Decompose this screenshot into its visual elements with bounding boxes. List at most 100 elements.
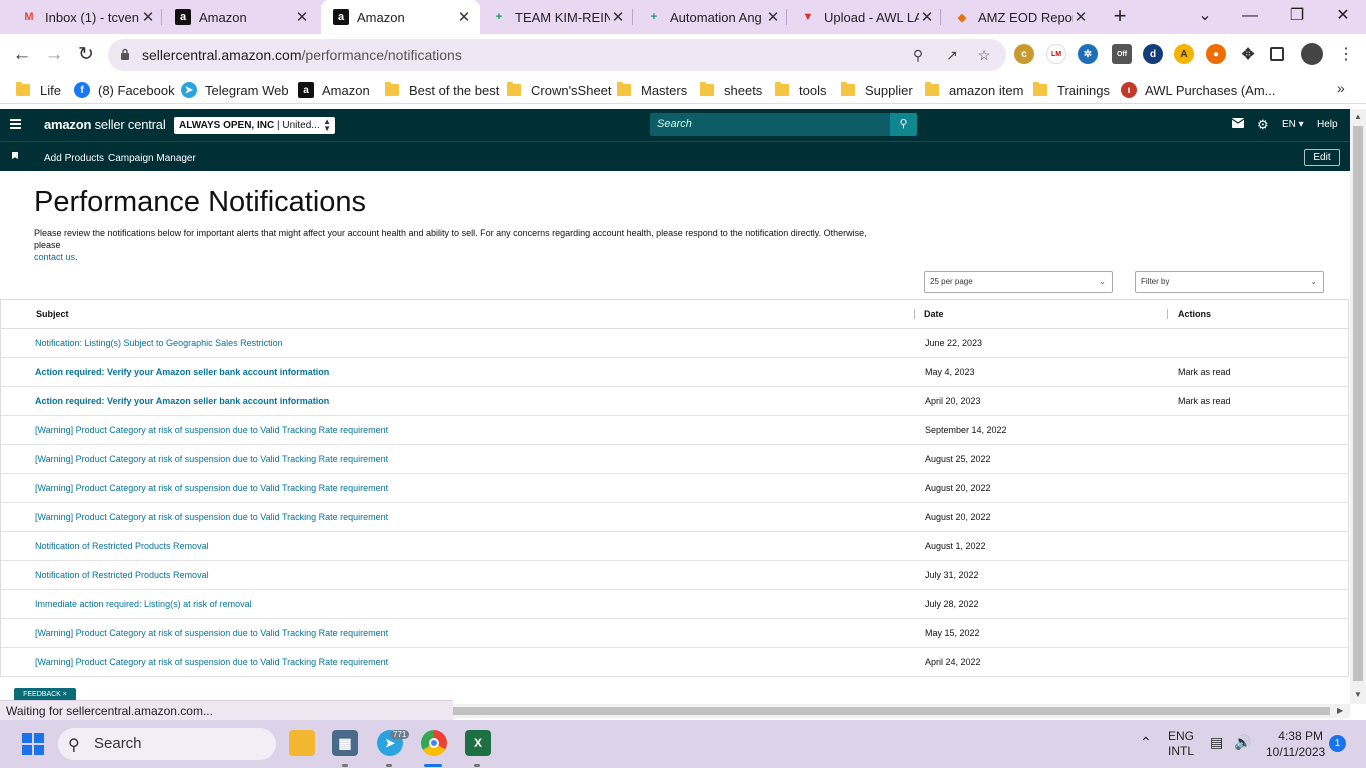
- browser-tab[interactable]: ▼ Upload - AWL LA ✕: [788, 0, 943, 34]
- back-icon[interactable]: ←: [10, 43, 34, 67]
- language-indicator[interactable]: ENG INTL: [1168, 729, 1194, 759]
- per-page-select[interactable]: 25 per page ⌄: [924, 271, 1113, 293]
- address-bar[interactable]: sellercentral.amazon.com/performance/not…: [108, 39, 1006, 71]
- mail-icon[interactable]: [1231, 118, 1245, 131]
- bookmark-item[interactable]: ➤ Telegram Web: [181, 81, 289, 99]
- hamburger-menu-icon[interactable]: [10, 119, 21, 129]
- restore-icon[interactable]: ❐: [1285, 4, 1309, 28]
- tray-chevron-up-icon[interactable]: ⌃: [1140, 734, 1152, 751]
- bookmark-item[interactable]: Trainings: [1033, 81, 1110, 99]
- extension-6-icon[interactable]: ●: [1206, 44, 1226, 64]
- tab-search-chevron-icon[interactable]: ⌄: [1193, 4, 1217, 28]
- scroll-down-icon[interactable]: ▼: [1354, 690, 1362, 699]
- browser-tab[interactable]: + Automation Ang ✕: [634, 0, 789, 34]
- calculator-icon[interactable]: ▦: [332, 730, 358, 756]
- side-panel-icon[interactable]: [1270, 47, 1284, 61]
- nav-add-products[interactable]: Add Products: [44, 153, 104, 164]
- bookmark-item[interactable]: ı AWL Purchases (Am...: [1121, 81, 1276, 99]
- bookmark-item[interactable]: Crown'sSheet: [507, 81, 612, 99]
- extension-3-icon[interactable]: ✲: [1078, 44, 1098, 64]
- notification-badge[interactable]: 1: [1329, 735, 1346, 752]
- taskbar-search-box[interactable]: ⚲ Search: [58, 728, 276, 760]
- settings-gear-icon[interactable]: ⚙: [1257, 117, 1269, 133]
- mark-as-read-link[interactable]: Mark as read: [1178, 396, 1231, 406]
- browser-menu-icon[interactable]: ⋮: [1334, 43, 1358, 67]
- bookmark-item[interactable]: a Amazon: [298, 81, 370, 99]
- language-selector[interactable]: EN ▾: [1282, 119, 1304, 130]
- notification-subject-link[interactable]: Action required: Verify your Amazon sell…: [35, 367, 329, 377]
- notification-subject-link[interactable]: Notification of Restricted Products Remo…: [35, 570, 209, 580]
- notification-subject-link[interactable]: [Warning] Product Category at risk of su…: [35, 512, 388, 522]
- volume-icon[interactable]: 🔊: [1234, 734, 1251, 751]
- reload-icon[interactable]: ↻: [74, 43, 98, 67]
- bookmark-item[interactable]: Supplier: [841, 81, 913, 99]
- network-icon[interactable]: ▤: [1210, 734, 1223, 751]
- extension-off-icon[interactable]: Off: [1112, 44, 1132, 64]
- notification-subject-link[interactable]: [Warning] Product Category at risk of su…: [35, 425, 388, 435]
- extensions-puzzle-icon[interactable]: ✥: [1238, 44, 1258, 64]
- close-tab-icon[interactable]: ✕: [919, 8, 935, 26]
- taskbar-clock[interactable]: 4:38 PM 10/11/2023: [1266, 728, 1325, 760]
- extension-1-icon[interactable]: c: [1014, 44, 1034, 64]
- search-icon[interactable]: ⚲: [890, 113, 917, 136]
- filter-select[interactable]: Filter by ⌄: [1135, 271, 1324, 293]
- seller-central-search-input[interactable]: Search: [650, 113, 890, 136]
- mark-as-read-link[interactable]: Mark as read: [1178, 367, 1231, 377]
- scrollbar-thumb[interactable]: [1353, 126, 1363, 681]
- browser-tab[interactable]: M Inbox (1) - tcven ✕: [9, 0, 164, 34]
- minimize-icon[interactable]: —: [1238, 4, 1262, 28]
- notification-subject-link[interactable]: [Warning] Product Category at risk of su…: [35, 657, 388, 667]
- scrollbar-thumb[interactable]: [450, 707, 1330, 715]
- excel-icon[interactable]: X: [465, 730, 491, 756]
- help-link[interactable]: Help: [1317, 119, 1338, 130]
- bookmarks-overflow-icon[interactable]: »: [1337, 80, 1345, 96]
- close-tab-icon[interactable]: ✕: [456, 8, 472, 26]
- bookmark-star-icon[interactable]: ☆: [976, 47, 992, 63]
- scroll-right-icon[interactable]: ▶: [1337, 706, 1343, 715]
- share-icon[interactable]: ↗: [944, 47, 960, 63]
- notification-subject-link[interactable]: [Warning] Product Category at risk of su…: [35, 454, 388, 464]
- close-window-icon[interactable]: ✕: [1331, 4, 1355, 28]
- bookmark-item[interactable]: tools: [775, 81, 826, 99]
- browser-tab[interactable]: ◆ AMZ EOD Repor ✕: [942, 0, 1097, 34]
- scroll-up-icon[interactable]: ▲: [1354, 112, 1362, 121]
- notification-subject-link[interactable]: [Warning] Product Category at risk of su…: [35, 628, 388, 638]
- edit-nav-button[interactable]: Edit: [1304, 149, 1340, 166]
- bookmark-item[interactable]: Best of the best: [385, 81, 499, 99]
- close-tab-icon[interactable]: ✕: [610, 8, 626, 26]
- notification-subject-link[interactable]: Action required: Verify your Amazon sell…: [35, 396, 329, 406]
- vertical-scrollbar[interactable]: ▲ ▼: [1350, 109, 1366, 704]
- account-switcher[interactable]: ALWAYS OPEN, INC | United... ▲ ▼: [174, 117, 335, 134]
- close-tab-icon[interactable]: ✕: [140, 8, 156, 26]
- profile-avatar[interactable]: [1301, 43, 1323, 65]
- bookmark-item[interactable]: f (8) Facebook: [74, 81, 175, 99]
- new-tab-icon[interactable]: +: [1108, 4, 1132, 28]
- column-date[interactable]: Date: [924, 309, 944, 319]
- close-tab-icon[interactable]: ✕: [1073, 8, 1089, 26]
- bookmark-item[interactable]: amazon item: [925, 81, 1023, 99]
- windows-start-icon[interactable]: [22, 733, 44, 755]
- notification-subject-link[interactable]: Immediate action required: Listing(s) at…: [35, 599, 252, 609]
- browser-tab[interactable]: + TEAM KIM-REIN ✕: [479, 0, 634, 34]
- file-explorer-icon[interactable]: [289, 730, 315, 756]
- nav-campaign-manager[interactable]: Campaign Manager: [108, 153, 196, 164]
- extension-4-icon[interactable]: d: [1143, 44, 1163, 64]
- zoom-icon[interactable]: ⚲: [910, 47, 926, 63]
- browser-tab[interactable]: a Amazon ✕: [321, 0, 480, 34]
- notification-subject-link[interactable]: Notification: Listing(s) Subject to Geog…: [35, 338, 283, 348]
- contact-us-link[interactable]: contact us: [34, 252, 75, 262]
- extension-5-icon[interactable]: A: [1174, 44, 1194, 64]
- bookmark-item[interactable]: Life: [16, 81, 61, 99]
- forward-icon[interactable]: →: [42, 43, 66, 67]
- chrome-icon[interactable]: [421, 730, 447, 756]
- column-subject[interactable]: Subject: [36, 309, 69, 319]
- bookmark-nav-icon[interactable]: [12, 152, 18, 159]
- browser-tab[interactable]: a Amazon ✕: [163, 0, 318, 34]
- notification-subject-link[interactable]: Notification of Restricted Products Remo…: [35, 541, 209, 551]
- close-tab-icon[interactable]: ✕: [765, 8, 781, 26]
- bookmark-item[interactable]: sheets: [700, 81, 762, 99]
- notification-subject-link[interactable]: [Warning] Product Category at risk of su…: [35, 483, 388, 493]
- seller-central-logo[interactable]: amazon seller central: [44, 117, 166, 132]
- bookmark-item[interactable]: Masters: [617, 81, 687, 99]
- close-tab-icon[interactable]: ✕: [294, 8, 310, 26]
